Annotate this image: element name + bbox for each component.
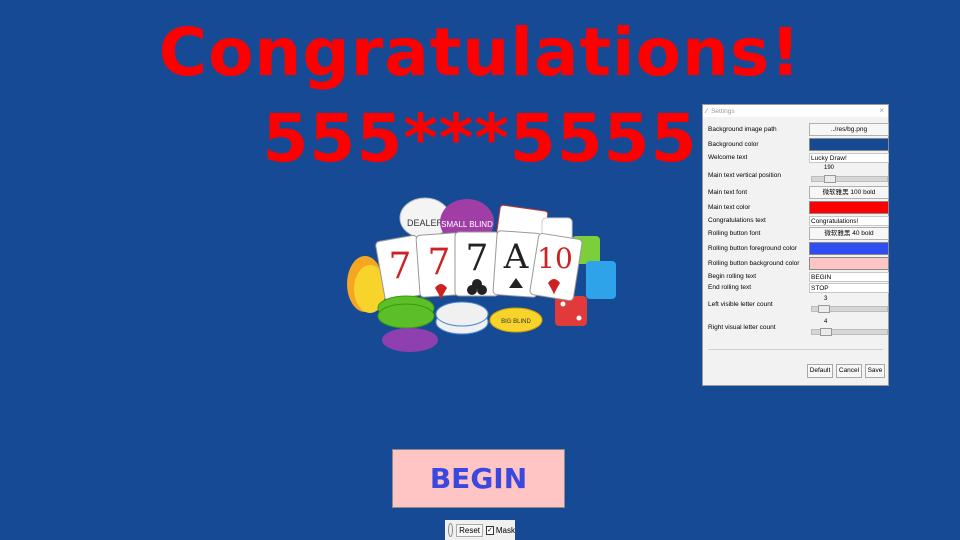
card-1: 7	[389, 246, 412, 287]
card-fan: 7 7 7 A 10	[375, 230, 583, 302]
welcome-label: Welcome text	[708, 154, 748, 161]
left-count-value: 3	[824, 296, 828, 302]
right-count-slider[interactable]	[811, 328, 888, 336]
main-font-label: Main text font	[708, 189, 748, 196]
main-color-swatch[interactable]	[809, 201, 889, 214]
roll-fg-swatch[interactable]	[809, 242, 889, 255]
left-count-slider-thumb[interactable]	[818, 305, 830, 313]
app-window: Congratulations! 555***5555 DEALER SMALL…	[0, 0, 960, 540]
roll-font-button[interactable]: 微软雅黑 40 bold	[809, 227, 889, 240]
bg-color-swatch[interactable]	[809, 138, 889, 151]
right-count-label: Right visual letter count	[708, 324, 776, 331]
roll-bg-label: Rolling button background color	[708, 260, 800, 267]
main-font-button[interactable]: 微软雅黑 100 bold	[809, 186, 889, 199]
congrats-text-label: Congratulations text	[708, 217, 766, 224]
save-button[interactable]: Save	[865, 364, 885, 378]
congratulations-headline: Congratulations!	[158, 14, 802, 91]
congrats-text-input[interactable]: Congratulations!	[809, 216, 889, 226]
dialog-separator	[708, 349, 883, 350]
main-pos-label: Main text vertical position	[708, 172, 781, 179]
mask-label: Mask	[495, 525, 515, 535]
begin-text-label: Begin rolling text	[708, 273, 757, 280]
bg-color-label: Background color	[708, 141, 759, 148]
dealer-chip-label: DEALER	[407, 218, 444, 228]
reset-button[interactable]: Reset	[456, 523, 483, 537]
roll-fg-label: Rolling button foreground color	[708, 245, 797, 252]
right-count-value: 4	[824, 319, 828, 325]
end-text-label: End rolling text	[708, 284, 751, 291]
default-button[interactable]: Default	[807, 364, 833, 378]
settings-title: Settings	[711, 107, 735, 115]
settings-dialog: ∕ Settings × Background image path ../re…	[702, 104, 889, 386]
begin-button[interactable]: BEGIN	[392, 449, 565, 508]
close-icon[interactable]: ×	[879, 106, 884, 115]
welcome-input[interactable]: Lucky Draw!	[809, 153, 889, 163]
clock-icon[interactable]	[448, 523, 454, 537]
main-pos-value: 190	[824, 165, 835, 171]
card-2: 7	[428, 242, 451, 283]
begin-text-input[interactable]: BEGIN	[809, 272, 889, 282]
bg-image-button[interactable]: ../res/bg.png	[809, 123, 889, 136]
main-pos-slider-thumb[interactable]	[824, 175, 836, 183]
bg-image-label: Background image path	[708, 126, 777, 133]
dice-blue	[586, 261, 616, 299]
card-5: 10	[537, 242, 573, 275]
feather-icon: ∕	[706, 107, 708, 115]
card-4: A	[503, 237, 529, 277]
cancel-button[interactable]: Cancel	[836, 364, 862, 378]
end-text-input[interactable]: STOP	[809, 283, 889, 293]
mask-checkbox[interactable]: ✓	[486, 525, 494, 535]
roll-font-label: Rolling button font	[708, 230, 761, 237]
small-blind-chip-label: SMALL BLIND	[441, 220, 493, 229]
bottom-toolbar: Reset ✓ Mask	[445, 520, 515, 540]
big-blind-chip-label: BIG BLIND	[501, 319, 531, 325]
main-color-label: Main text color	[708, 204, 751, 211]
left-count-slider[interactable]	[811, 305, 888, 313]
settings-titlebar: ∕ Settings	[703, 105, 888, 117]
card-3: 7	[466, 238, 489, 279]
right-count-slider-thumb[interactable]	[820, 328, 832, 336]
casino-illustration: DEALER SMALL BLIND 7 7 7 A 10 BIG BLIND	[347, 197, 616, 352]
roll-bg-swatch[interactable]	[809, 257, 889, 270]
main-pos-slider[interactable]	[811, 175, 888, 183]
left-count-label: Left visible letter count	[708, 301, 773, 308]
purple-chip	[382, 328, 438, 352]
